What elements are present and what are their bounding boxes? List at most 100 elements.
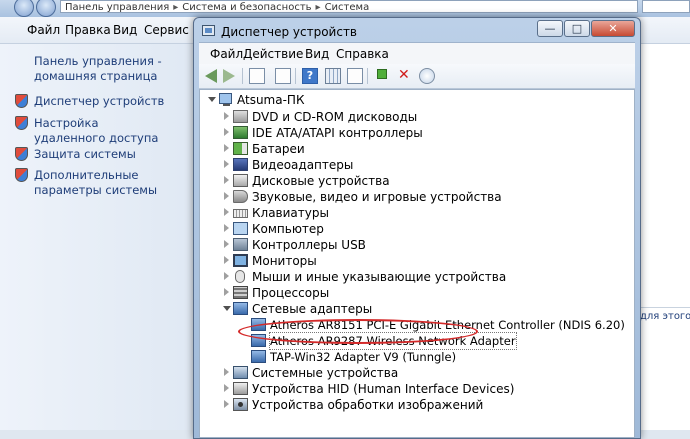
back-icon[interactable] xyxy=(205,69,217,83)
tree-category[interactable]: Мыши и иные указывающие устройства xyxy=(200,269,630,285)
disk-drive-icon xyxy=(233,174,248,187)
network-adapter-icon xyxy=(251,350,266,363)
uninstall-icon[interactable]: ✕ xyxy=(398,68,414,84)
tree-category[interactable]: DVD и CD-ROM дисководы xyxy=(200,109,630,125)
sound-icon xyxy=(233,190,248,203)
properties-icon[interactable] xyxy=(249,68,265,84)
dvd-drive-icon xyxy=(233,110,248,123)
explorer-forward-icon[interactable] xyxy=(36,0,56,17)
network-adapter-icon xyxy=(233,302,248,315)
expand-arrow-icon[interactable] xyxy=(224,112,229,120)
expand-arrow-icon[interactable] xyxy=(224,384,229,392)
maximize-button[interactable]: □ xyxy=(564,20,590,37)
explorer-menu-edit[interactable]: Правка xyxy=(65,23,111,37)
tree-category[interactable]: Процессоры xyxy=(200,285,630,301)
category-label: Устройства обработки изображений xyxy=(252,398,484,412)
expand-arrow-icon[interactable] xyxy=(224,208,229,216)
toolbar-separator xyxy=(295,68,296,84)
expand-arrow-icon[interactable] xyxy=(224,144,229,152)
task-link-advanced-settings[interactable]: Дополнительные параметры системы xyxy=(34,168,184,198)
scan-hardware-icon[interactable] xyxy=(419,68,435,84)
expand-arrow-icon[interactable] xyxy=(224,272,229,280)
divider xyxy=(636,307,690,308)
category-label: DVD и CD-ROM дисководы xyxy=(252,110,418,124)
minimize-button[interactable]: — xyxy=(537,20,563,37)
explorer-right-link[interactable]: для этого xyxy=(640,311,690,322)
tree-category[interactable]: Дисковые устройства xyxy=(200,173,630,189)
device-tree: Atsuma-ПК DVD и CD-ROM дисководы IDE ATA… xyxy=(199,89,635,438)
tree-category[interactable]: Мониторы xyxy=(200,253,630,269)
collapse-arrow-icon[interactable] xyxy=(208,97,216,102)
processor-icon xyxy=(233,286,248,299)
show-hidden-icon[interactable] xyxy=(275,68,291,84)
tree-category[interactable]: Видеоадаптеры xyxy=(200,157,630,173)
category-label: Мыши и иные указывающие устройства xyxy=(252,270,507,284)
menu-file[interactable]: Файл xyxy=(210,47,243,61)
tree-root[interactable]: Atsuma-ПК xyxy=(200,92,630,108)
menu-action[interactable]: Действие xyxy=(243,47,303,61)
tree-category[interactable]: Клавиатуры xyxy=(200,205,630,221)
explorer-menu-tools[interactable]: Сервис xyxy=(144,23,189,37)
category-label: Процессоры xyxy=(252,286,330,300)
device-manager-toolbar: ? ✕ xyxy=(199,64,635,89)
resources-icon[interactable] xyxy=(325,68,341,84)
explorer-breadcrumb[interactable]: Панель управления ▸ Система и безопасность… xyxy=(60,0,638,13)
expand-arrow-icon[interactable] xyxy=(224,224,229,232)
scan-icon[interactable] xyxy=(347,68,363,84)
explorer-search-box[interactable] xyxy=(642,0,690,13)
device-manager-icon xyxy=(202,25,215,36)
explorer-menu-view[interactable]: Вид xyxy=(113,23,137,37)
root-label: Atsuma-ПК xyxy=(237,93,305,107)
category-label: Системные устройства xyxy=(252,366,399,380)
expand-arrow-icon[interactable] xyxy=(224,400,229,408)
breadcrumb-item[interactable]: Система xyxy=(325,2,370,12)
expand-arrow-icon[interactable] xyxy=(224,192,229,200)
expand-arrow-icon[interactable] xyxy=(224,368,229,376)
update-driver-icon[interactable] xyxy=(374,68,390,84)
menu-view[interactable]: Вид xyxy=(305,47,329,61)
category-label: Компьютер xyxy=(252,222,324,236)
usb-icon xyxy=(233,238,248,251)
task-link-remote-settings[interactable]: Настройка удаленного доступа xyxy=(34,116,164,146)
tree-category[interactable]: Звуковые, видео и игровые устройства xyxy=(200,189,630,205)
tree-category[interactable]: Компьютер xyxy=(200,221,630,237)
explorer-menu-file[interactable]: Файл xyxy=(27,23,60,37)
task-link-system-protection[interactable]: Защита системы xyxy=(34,147,136,162)
expand-arrow-icon[interactable] xyxy=(224,240,229,248)
expand-arrow-icon[interactable] xyxy=(224,288,229,296)
battery-icon xyxy=(233,142,248,155)
category-label: Сетевые адаптеры xyxy=(252,302,373,316)
close-button[interactable]: ✕ xyxy=(591,20,635,37)
tree-device-selected[interactable]: Atheros AR9287 Wireless Network Adapter xyxy=(200,332,630,350)
task-link-device-manager[interactable]: Диспетчер устройств xyxy=(34,94,164,109)
menu-help[interactable]: Справка xyxy=(336,47,389,61)
display-adapter-icon xyxy=(233,158,248,171)
category-label: Мониторы xyxy=(252,254,317,268)
expand-arrow-icon[interactable] xyxy=(224,128,229,136)
tree-category[interactable]: IDE ATA/ATAPI контроллеры xyxy=(200,125,630,141)
tree-device[interactable]: TAP-Win32 Adapter V9 (Tunngle) xyxy=(200,349,630,365)
device-label: TAP-Win32 Adapter V9 (Tunngle) xyxy=(270,350,457,364)
tree-device[interactable]: Atheros AR8151 PCI-E Gigabit Ethernet Co… xyxy=(200,317,630,333)
window-title: Диспетчер устройств xyxy=(221,25,358,39)
device-manager-menubar: Файл Действие Вид Справка xyxy=(199,42,635,65)
collapse-arrow-icon[interactable] xyxy=(223,306,231,311)
tree-category[interactable]: Устройства обработки изображений xyxy=(200,397,630,413)
expand-arrow-icon[interactable] xyxy=(224,256,229,264)
tree-category[interactable]: Устройства HID (Human Interface Devices) xyxy=(200,381,630,397)
tree-category-expanded[interactable]: Сетевые адаптеры xyxy=(200,301,630,317)
tree-category[interactable]: Системные устройства xyxy=(200,365,630,381)
help-icon[interactable]: ? xyxy=(302,68,318,84)
device-manager-window: Диспетчер устройств — □ ✕ Файл Действие … xyxy=(193,17,641,439)
tree-category[interactable]: Батареи xyxy=(200,141,630,157)
breadcrumb-item[interactable]: Панель управления xyxy=(65,2,169,12)
forward-icon[interactable] xyxy=(223,69,235,83)
expand-arrow-icon[interactable] xyxy=(224,160,229,168)
control-panel-home-link[interactable]: Панель управления - домашняя страница xyxy=(34,54,184,84)
breadcrumb-item[interactable]: Система и безопасность xyxy=(182,2,311,12)
explorer-back-icon[interactable] xyxy=(14,0,34,17)
tree-category[interactable]: Контроллеры USB xyxy=(200,237,630,253)
network-adapter-icon xyxy=(251,318,266,331)
expand-arrow-icon[interactable] xyxy=(224,176,229,184)
shield-icon xyxy=(15,168,28,182)
